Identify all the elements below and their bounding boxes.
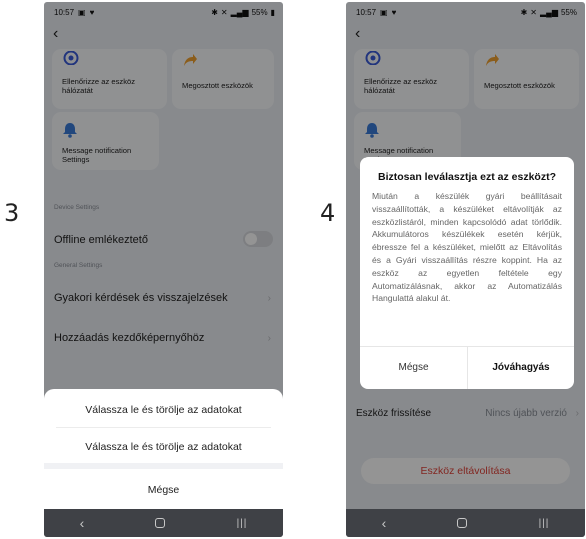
step-number-3: 3 bbox=[4, 199, 20, 227]
phone-screen-step-3: 10:57 ▣ ♥ ✱ ✕ ▂▄▆ 55% ▮ ‹ Ellenőrizze az… bbox=[44, 2, 283, 537]
step-number-4: 4 bbox=[320, 199, 336, 227]
disconnect-wipe-option-2[interactable]: Válassza le és törölje az adatokat bbox=[44, 441, 283, 453]
nav-recents-icon[interactable]: ||| bbox=[539, 518, 550, 529]
nav-home-icon[interactable] bbox=[155, 518, 166, 528]
cancel-button[interactable]: Mégse bbox=[44, 484, 283, 496]
system-nav-bar: ‹ ||| bbox=[44, 509, 283, 537]
confirm-dialog: Biztosan leválasztja ezt az eszközt? Miu… bbox=[360, 157, 574, 389]
sheet-separator bbox=[44, 463, 283, 469]
divider bbox=[56, 427, 271, 428]
action-sheet: Válassza le és törölje az adatokat Válas… bbox=[44, 389, 283, 509]
nav-recents-icon[interactable]: ||| bbox=[237, 518, 248, 529]
nav-home-icon[interactable] bbox=[457, 518, 468, 528]
dialog-confirm-button[interactable]: Jóváhagyás bbox=[468, 346, 574, 389]
nav-back-icon[interactable]: ‹ bbox=[80, 515, 85, 531]
phone-screen-step-4: 10:57 ▣ ♥ ✱ ✕ ▂▄▆ 55% ‹ Ellenőrizze az e… bbox=[346, 2, 585, 537]
dialog-cancel-button[interactable]: Mégse bbox=[360, 346, 467, 389]
system-nav-bar: ‹ ||| bbox=[346, 509, 585, 537]
disconnect-wipe-option-1[interactable]: Válassza le és törölje az adatokat bbox=[44, 404, 283, 416]
dialog-title: Biztosan leválasztja ezt az eszközt? bbox=[378, 171, 556, 183]
nav-back-icon[interactable]: ‹ bbox=[382, 515, 387, 531]
page: 3 4 10:57 ▣ ♥ ✱ ✕ ▂▄▆ 55% ▮ ‹ Ellenőrizz… bbox=[0, 0, 586, 539]
dialog-body: Miután a készülék gyári beállításait vis… bbox=[372, 191, 562, 304]
